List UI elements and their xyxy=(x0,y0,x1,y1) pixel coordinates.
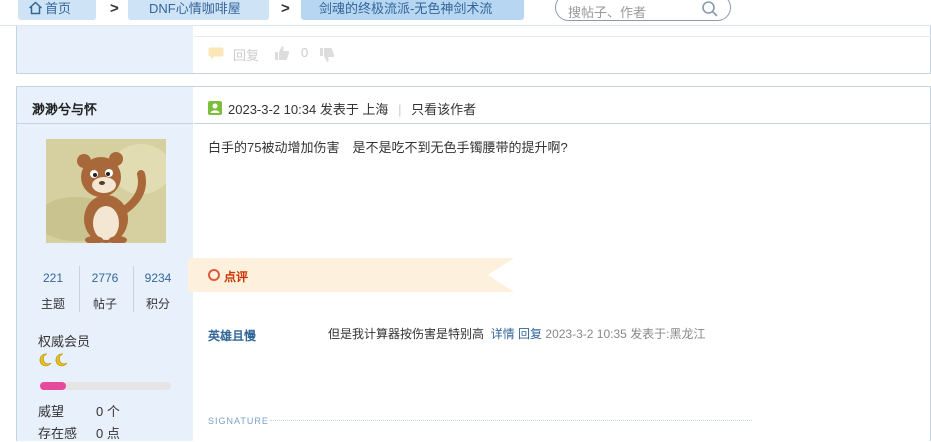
chevron-right-icon: > xyxy=(110,0,119,17)
thumbs-up-icon[interactable] xyxy=(273,44,291,62)
reply-button[interactable]: 回复 xyxy=(233,45,259,64)
signature-divider xyxy=(270,420,752,421)
post-date: 2023-3-2 10:34 xyxy=(228,102,317,117)
comment-header: 点评 xyxy=(224,270,249,284)
post-location: 发表于 上海 xyxy=(319,102,389,117)
comment-text: 但是我计算器按伤害是特别高 xyxy=(328,327,485,341)
topics-label: 主题 xyxy=(40,297,65,311)
breadcrumb-home-label: 首页 xyxy=(45,1,72,16)
breadcrumb-forum[interactable]: DNF心情咖啡屋 xyxy=(128,0,269,20)
like-count: 0 xyxy=(301,45,309,60)
post-meta: 2023-3-2 10:34 发表于 上海 | 只看该作者 xyxy=(228,99,476,118)
divider xyxy=(133,266,134,312)
avatar[interactable] xyxy=(46,139,166,243)
previous-post-sidebar xyxy=(16,26,193,74)
presence-value: 0 点 xyxy=(96,426,120,441)
comment-detail-link[interactable]: 详情 xyxy=(491,327,515,341)
comment-icon xyxy=(208,269,220,281)
rank-moon-icons xyxy=(38,353,68,370)
signature-label: SIGNATURE xyxy=(208,416,269,426)
presence-label: 存在感 xyxy=(38,426,78,441)
thumbs-down-icon[interactable] xyxy=(318,46,336,64)
points-label: 积分 xyxy=(145,297,170,311)
posts-count[interactable]: 2776 xyxy=(85,271,125,285)
breadcrumb-thread[interactable]: 剑魂的终极流派-无色神剑术流 xyxy=(301,0,524,20)
only-author-link[interactable]: 只看该作者 xyxy=(411,102,476,117)
author-name[interactable]: 渺渺兮与怀 xyxy=(32,99,97,118)
divider xyxy=(79,266,80,312)
divider xyxy=(194,36,931,37)
comment-row: 但是我计算器按伤害是特别高 详情 回复 2023-3-2 10:35 发表于:黑… xyxy=(328,325,705,342)
user-group[interactable]: 权威会员 xyxy=(38,331,90,350)
divider xyxy=(17,123,193,124)
topics-count[interactable]: 221 xyxy=(33,271,73,285)
home-icon xyxy=(28,1,43,15)
chevron-right-icon: > xyxy=(281,0,290,17)
reply-icon[interactable] xyxy=(208,47,224,60)
post-content: 白手的75被动增加伤害 是不是吃不到无色手镯腰带的提升啊? xyxy=(208,140,568,155)
divider xyxy=(194,123,931,124)
level-progress-fill xyxy=(40,382,67,390)
comment-reply-link[interactable]: 回复 xyxy=(518,327,542,341)
comment-meta: 2023-3-2 10:35 发表于:黑龙江 xyxy=(545,327,706,341)
search-icon[interactable] xyxy=(701,0,719,18)
posts-label: 帖子 xyxy=(92,297,117,311)
meta-separator: | xyxy=(398,102,402,117)
prestige-value: 0 个 xyxy=(96,404,120,419)
moon-icon xyxy=(39,353,52,367)
breadcrumb-home[interactable]: 首页 xyxy=(18,0,96,20)
divider xyxy=(16,73,931,74)
moon-icon xyxy=(55,353,68,367)
prestige-label: 威望 xyxy=(38,404,65,419)
comment-user[interactable]: 英雄且慢 xyxy=(208,327,256,344)
search-box[interactable]: 搜帖子、作者 xyxy=(555,0,731,21)
search-input[interactable]: 搜帖子、作者 xyxy=(568,2,646,21)
online-status-icon xyxy=(208,101,222,115)
level-progress-bar xyxy=(40,382,171,390)
points-count[interactable]: 9234 xyxy=(138,271,178,285)
